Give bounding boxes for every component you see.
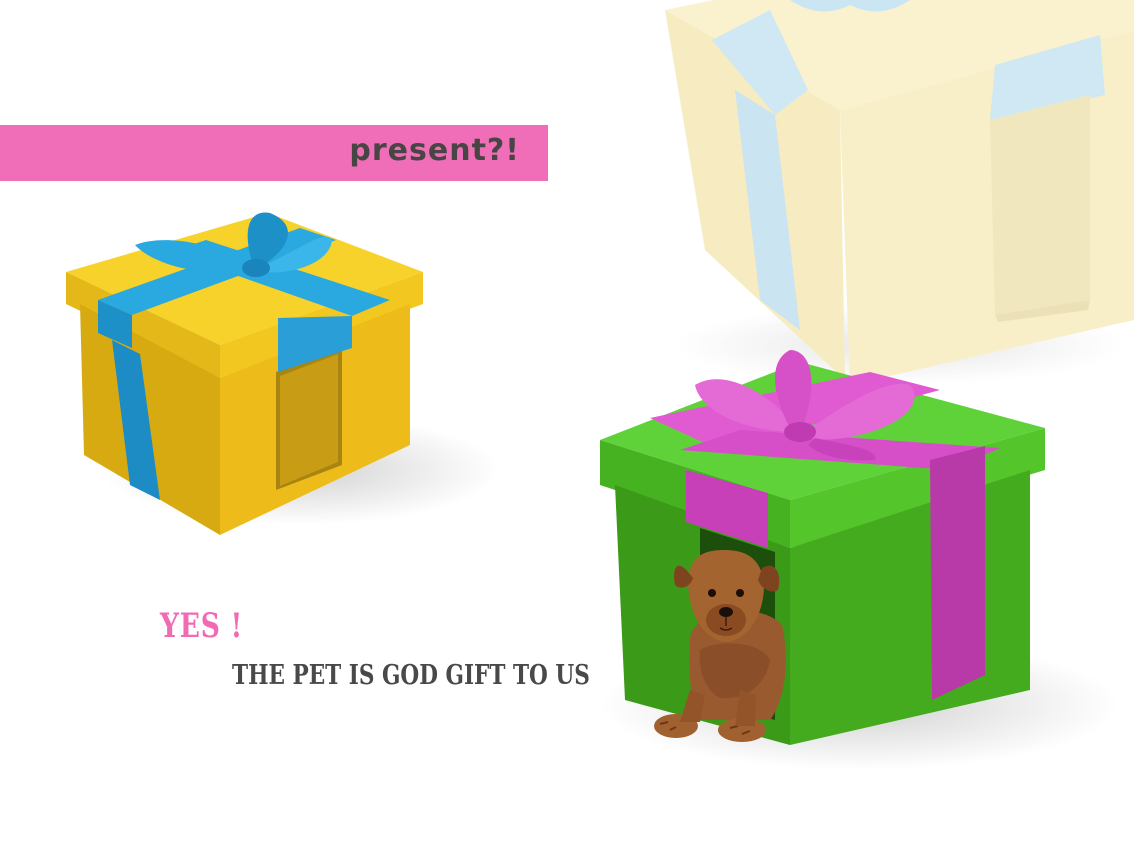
headline: YES ! <box>160 606 244 646</box>
title-banner: present?! <box>0 125 548 181</box>
green-gift-box <box>600 350 1120 770</box>
slide: present?! YES ! THE PET IS GOD GIFT TO U… <box>0 0 1134 850</box>
tagline: THE PET IS GOD GIFT TO US <box>232 660 590 691</box>
faded-gift-box <box>665 0 1134 385</box>
yellow-gift-box <box>66 212 500 535</box>
banner-title: present?! <box>349 133 520 168</box>
